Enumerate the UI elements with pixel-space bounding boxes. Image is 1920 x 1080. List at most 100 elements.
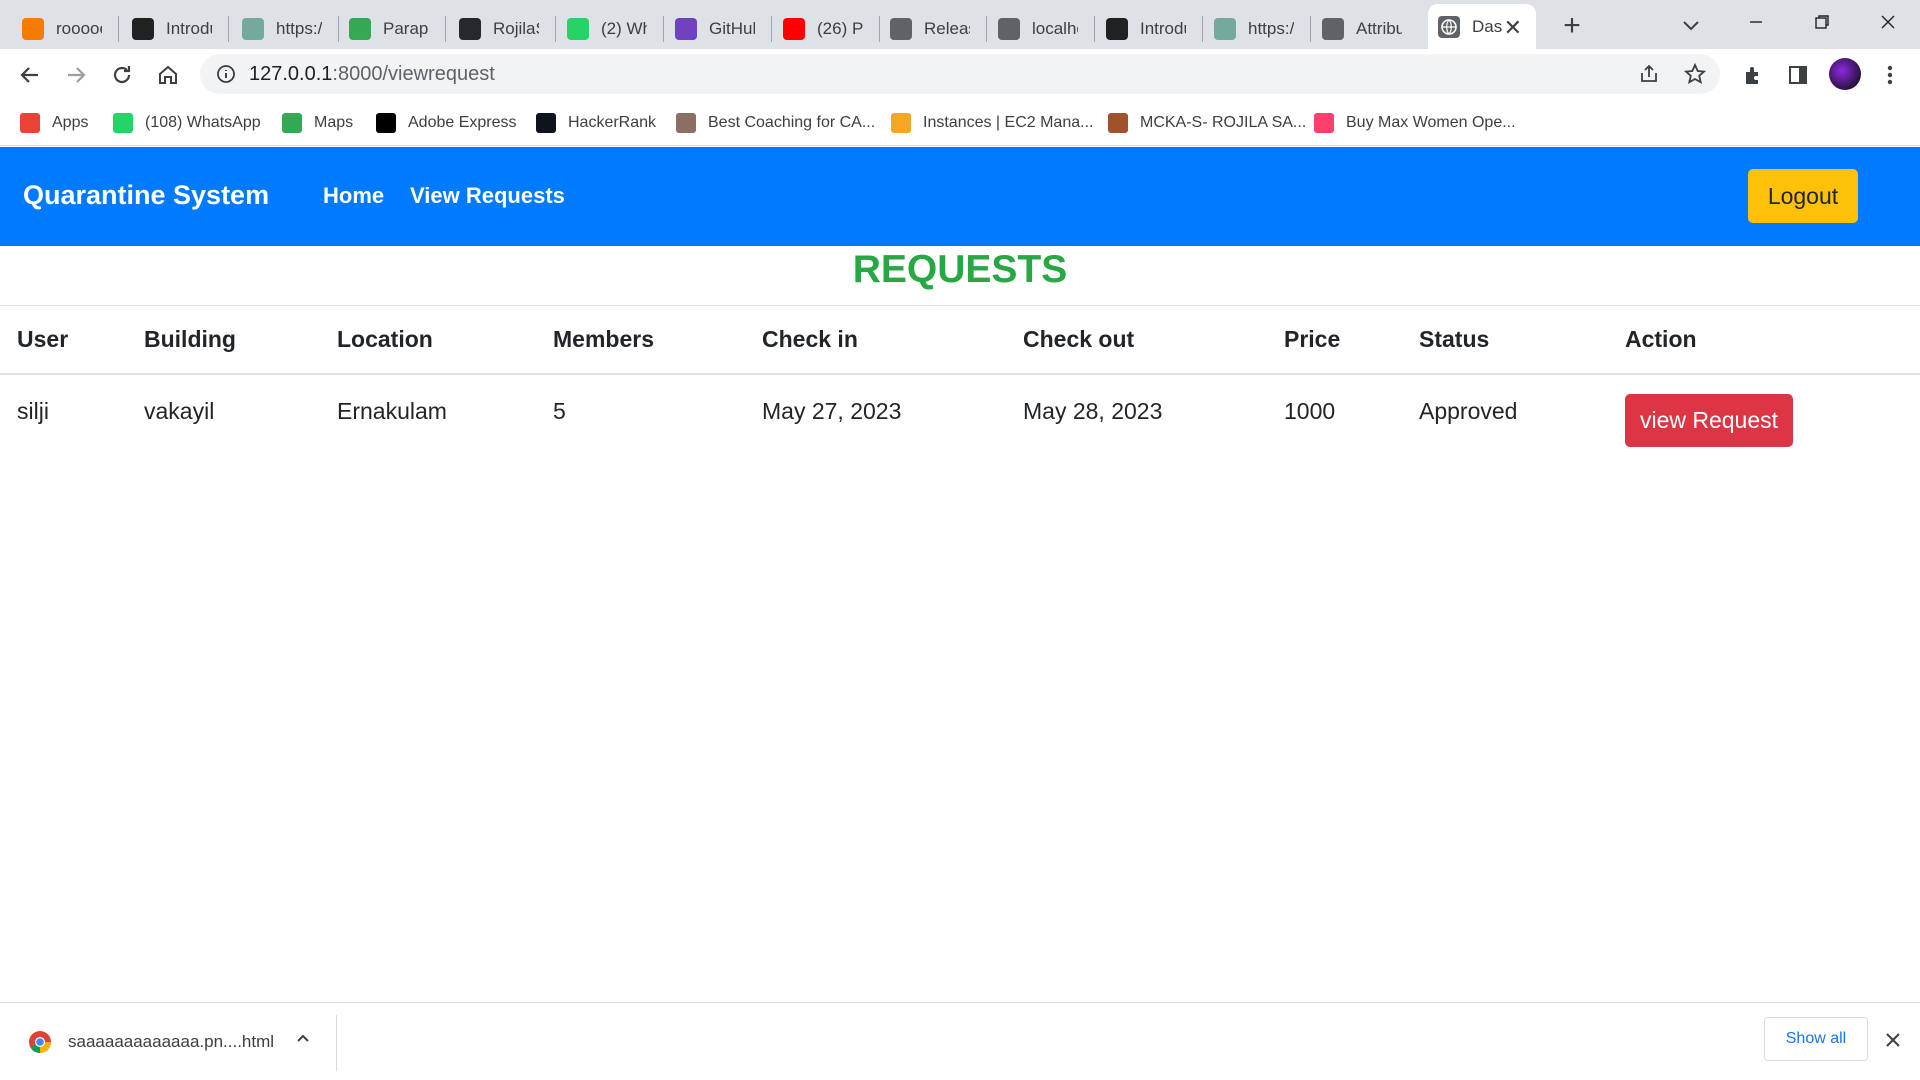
show-all-button[interactable]: Show all	[1764, 1017, 1868, 1061]
back-button[interactable]	[12, 57, 48, 93]
tab-4[interactable]: RojilaS/	[449, 8, 549, 49]
bookmark-label: Maps	[314, 114, 354, 131]
column-header-building: Building	[144, 326, 236, 352]
openai-icon	[1106, 17, 1128, 40]
profile-avatar[interactable]	[1829, 58, 1861, 90]
tab-6[interactable]: GitHub	[665, 8, 765, 49]
tab-title: (26) Pa	[817, 18, 863, 38]
tab-title: Introdu	[1140, 18, 1186, 38]
logout-button[interactable]: Logout	[1748, 169, 1858, 223]
globe-icon	[998, 17, 1020, 40]
url-text: 127.0.0.1:8000/viewrequest	[249, 63, 495, 85]
home-button[interactable]	[150, 57, 186, 93]
minimize-window-button[interactable]	[1736, 6, 1776, 38]
youtube-icon	[783, 17, 805, 40]
whatsapp-badge-icon	[113, 113, 133, 133]
bookmark-star-icon[interactable]	[1683, 62, 1707, 85]
tab-10[interactable]: Introdu	[1096, 8, 1196, 49]
share-icon[interactable]	[1638, 63, 1660, 85]
bookmark-item[interactable]: Apps	[20, 110, 88, 136]
bookmark-item[interactable]: (108) WhatsApp	[113, 110, 261, 136]
page-title: REQUESTS	[852, 248, 1068, 291]
site-info-icon[interactable]	[216, 64, 236, 84]
bookmark-item[interactable]: HackerRank	[536, 110, 656, 136]
tab-11[interactable]: https://	[1204, 8, 1304, 49]
extensions-puzzle-icon[interactable]	[1740, 62, 1766, 88]
new-tab-button[interactable]: +	[1554, 8, 1590, 44]
download-item[interactable]: saaaaaaaaaaaaa.pn....html	[28, 1029, 274, 1055]
tab-separator	[555, 16, 556, 42]
restore-window-button[interactable]	[1802, 6, 1842, 38]
column-header-action: Action	[1625, 326, 1697, 352]
tab-2[interactable]: https://	[232, 8, 332, 49]
bookmark-item[interactable]: Maps	[282, 110, 353, 136]
tab-search-chevron-icon[interactable]	[1676, 10, 1706, 40]
robot-icon	[349, 17, 371, 40]
cell-location: Ernakulam	[337, 398, 447, 424]
address-bar[interactable]: 127.0.0.1:8000/viewrequest	[200, 54, 1720, 94]
tab-title: Paraph	[383, 18, 429, 38]
cell-price: 1000	[1284, 398, 1336, 424]
tab-title: RojilaS/	[493, 18, 539, 38]
bookmarks-bar: Apps (108) WhatsApp Maps Adobe Express Hacke…	[0, 100, 1920, 146]
bookmark-item[interactable]: Instances | EC2 Mana...	[891, 110, 1093, 136]
chrome-icon	[28, 1030, 52, 1054]
bookmark-item[interactable]: Buy Max Women Ope...	[1314, 110, 1516, 136]
tab-7[interactable]: (26) Pa	[773, 8, 873, 49]
list-icon	[675, 17, 697, 40]
tab-title: (2) Wha	[601, 18, 647, 38]
cell-user: silji	[17, 398, 49, 424]
tab-title: https://	[1248, 18, 1294, 38]
globe-icon	[890, 17, 912, 40]
menu-kebab-icon[interactable]	[1877, 62, 1903, 88]
tab-3[interactable]: Paraph	[339, 8, 439, 49]
tab-1[interactable]: Introdu	[122, 8, 222, 49]
nav-link-home[interactable]: Home	[323, 183, 384, 209]
tab-active[interactable]: Das ✕	[1428, 4, 1536, 49]
tab-9[interactable]: localho	[988, 8, 1088, 49]
download-separator	[336, 1015, 337, 1071]
bookmark-label: (108) WhatsApp	[145, 114, 261, 131]
aws-box-icon	[891, 113, 911, 133]
openai-icon	[132, 17, 154, 40]
tab-separator	[118, 16, 119, 42]
close-icon[interactable]	[1884, 1025, 1902, 1056]
tab-8[interactable]: Release	[880, 8, 980, 49]
hackerrank-icon	[536, 113, 556, 133]
cell-check-out: May 28, 2023	[1023, 398, 1163, 424]
nav-link-view-requests[interactable]: View Requests	[410, 183, 565, 209]
tab-5[interactable]: (2) Wha	[557, 8, 657, 49]
apps-grid-icon	[20, 113, 40, 133]
orange-app-icon	[22, 17, 44, 40]
site-navbar: Quarantine System Home View Requests Log…	[0, 147, 1920, 246]
cell-status: Approved	[1419, 398, 1518, 424]
download-filename: saaaaaaaaaaaaa.pn....html	[68, 1032, 275, 1051]
tab-12[interactable]: Attribut	[1312, 8, 1412, 49]
column-header-check-out: Check out	[1023, 326, 1135, 352]
person-icon	[676, 113, 696, 133]
close-window-button[interactable]	[1868, 6, 1908, 38]
site-brand[interactable]: Quarantine System	[23, 180, 269, 211]
tab-strip: rooooo Introdu https:// Paraph RojilaS/ (2) W…	[0, 0, 1920, 49]
github-icon	[459, 17, 481, 40]
tab-separator	[986, 16, 987, 42]
download-bar: saaaaaaaaaaaaa.pn....html Show all	[0, 1002, 1920, 1078]
bookmark-item[interactable]: Best Coaching for CA...	[676, 110, 875, 136]
chevron-up-icon[interactable]	[294, 1029, 312, 1052]
side-panel-icon[interactable]	[1785, 62, 1811, 88]
browser-toolbar: 127.0.0.1:8000/viewrequest	[0, 49, 1920, 100]
view-request-button[interactable]: view Request	[1625, 394, 1793, 447]
tab-separator	[445, 16, 446, 42]
column-header-members: Members	[553, 326, 654, 352]
globe-icon	[1438, 15, 1460, 38]
reload-button[interactable]	[104, 57, 140, 93]
close-tab-icon[interactable]: ✕	[1504, 15, 1522, 41]
bookmark-item[interactable]: Adobe Express	[376, 110, 517, 136]
forward-button[interactable]	[58, 57, 94, 93]
bookmark-item[interactable]: MCKA-S- ROJILA SA...	[1108, 110, 1306, 136]
tab-title: localho	[1032, 18, 1078, 38]
bookmark-label: HackerRank	[568, 114, 657, 131]
tab-title: Release	[924, 18, 970, 38]
tab-0[interactable]: rooooo	[12, 8, 112, 49]
whatsapp-badge-icon	[567, 17, 589, 40]
